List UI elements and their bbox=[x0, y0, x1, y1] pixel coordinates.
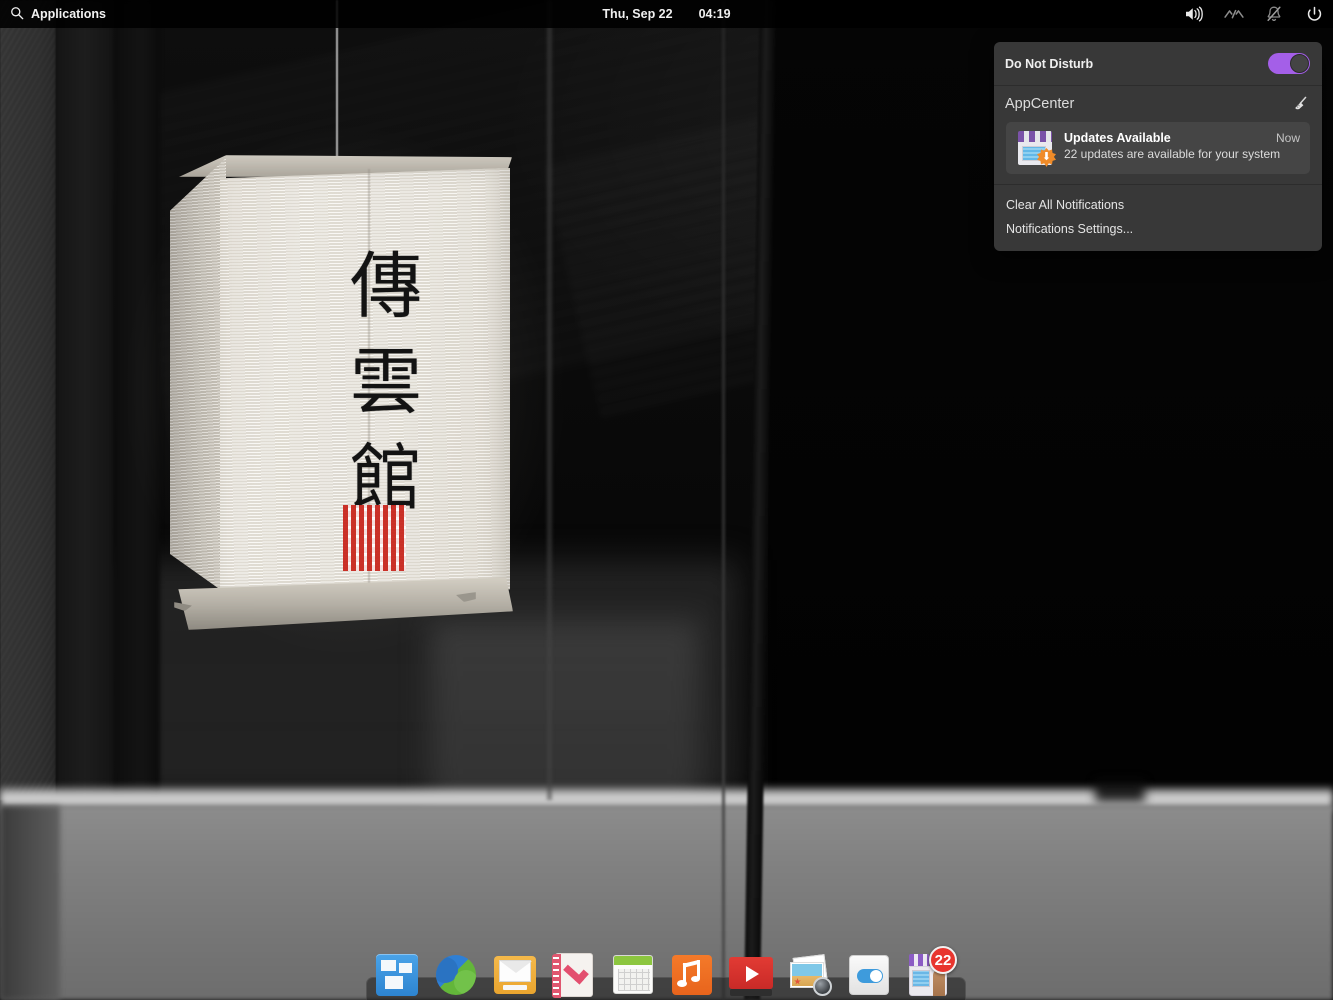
power-icon[interactable] bbox=[1303, 3, 1325, 25]
dock-item-files[interactable] bbox=[374, 950, 420, 1000]
notification-center-panel: Do Not Disturb AppCenter ⬇ Updates Avail… bbox=[994, 42, 1322, 251]
notification-header-row: Updates Available Now bbox=[1064, 131, 1300, 145]
notifications-muted-bell-icon[interactable] bbox=[1263, 3, 1285, 25]
dock-item-mail[interactable] bbox=[492, 950, 538, 1000]
lantern-character-1: 傳 bbox=[332, 238, 440, 334]
notification-item[interactable]: ⬇ Updates Available Now 22 updates are a… bbox=[1006, 122, 1310, 174]
video-stand bbox=[730, 989, 772, 996]
toggle-switch-icon bbox=[849, 955, 889, 995]
notification-group-title: AppCenter bbox=[1005, 96, 1074, 112]
dock-item-calendar[interactable] bbox=[610, 950, 656, 1000]
checklist-icon bbox=[555, 953, 593, 997]
applications-label: Applications bbox=[31, 7, 106, 21]
appcenter-store-icon: ⬇ bbox=[1016, 131, 1054, 165]
broom-icon[interactable] bbox=[1292, 95, 1310, 113]
dock-item-appcenter[interactable]: 22 bbox=[905, 950, 951, 1000]
notifications-settings-button[interactable]: Notifications Settings... bbox=[994, 217, 1322, 241]
applications-menu-button[interactable]: Applications bbox=[0, 6, 106, 23]
notification-timestamp: Now bbox=[1276, 131, 1300, 145]
wallpaper-left-dark-band-2 bbox=[114, 0, 160, 800]
indicator-area bbox=[1183, 0, 1325, 28]
dock-item-videos[interactable] bbox=[728, 950, 774, 1000]
panel-date: Thu, Sep 22 bbox=[602, 7, 672, 21]
dock-item-tasks[interactable] bbox=[551, 950, 597, 1000]
wallpaper-floor-left-shadow bbox=[0, 806, 60, 1000]
notification-actions: Clear All Notifications Notifications Se… bbox=[994, 184, 1322, 251]
lantern-red-seal bbox=[343, 505, 406, 571]
dock: 22 bbox=[374, 941, 959, 1000]
wallpaper-left-dark-band bbox=[56, 0, 114, 800]
toggle-knob bbox=[1290, 54, 1309, 73]
music-note-icon bbox=[672, 955, 712, 995]
wallpaper-pole-mid bbox=[547, 0, 552, 800]
notification-description: 22 updates are available for your system bbox=[1064, 147, 1280, 161]
do-not-disturb-label: Do Not Disturb bbox=[1005, 57, 1093, 71]
files-icon bbox=[376, 954, 418, 996]
calendar-icon bbox=[613, 955, 653, 994]
wallpaper-light-band-notch bbox=[1095, 780, 1145, 802]
lantern-calligraphy: 傳 雲 館 bbox=[332, 238, 440, 526]
dock-item-music[interactable] bbox=[669, 950, 715, 1000]
lantern: 傳 雲 館 bbox=[168, 155, 513, 630]
do-not-disturb-row[interactable]: Do Not Disturb bbox=[994, 42, 1322, 86]
wallpaper-left-concrete-strip bbox=[0, 0, 56, 800]
wallpaper-mid-panel-highlight bbox=[430, 620, 700, 810]
volume-icon[interactable] bbox=[1183, 3, 1205, 25]
notification-group-header: AppCenter bbox=[994, 86, 1322, 122]
top-panel: Applications Thu, Sep 22 04:19 bbox=[0, 0, 1333, 28]
play-icon bbox=[729, 957, 773, 989]
dock-item-web-browser[interactable] bbox=[433, 950, 479, 1000]
photos-camera-icon bbox=[788, 954, 832, 996]
lantern-character-2: 雲 bbox=[332, 334, 440, 430]
search-icon bbox=[10, 6, 24, 23]
envelope-icon bbox=[494, 956, 536, 994]
datetime-indicator[interactable]: Thu, Sep 22 04:19 bbox=[557, 7, 777, 21]
dock-item-system-settings[interactable] bbox=[846, 950, 892, 1000]
panel-time: 04:19 bbox=[699, 7, 731, 21]
dock-item-photos[interactable] bbox=[787, 950, 833, 1000]
notification-title: Updates Available bbox=[1064, 131, 1171, 145]
lantern-side-face bbox=[170, 158, 226, 598]
appcenter-update-badge: 22 bbox=[929, 946, 957, 974]
wallpaper-pole-thin bbox=[722, 0, 725, 1000]
notification-content: Updates Available Now 22 updates are ava… bbox=[1064, 131, 1300, 163]
do-not-disturb-toggle[interactable] bbox=[1268, 53, 1310, 74]
clear-all-notifications-button[interactable]: Clear All Notifications bbox=[994, 193, 1322, 217]
globe-icon bbox=[436, 955, 476, 995]
network-disconnected-icon[interactable] bbox=[1223, 3, 1245, 25]
